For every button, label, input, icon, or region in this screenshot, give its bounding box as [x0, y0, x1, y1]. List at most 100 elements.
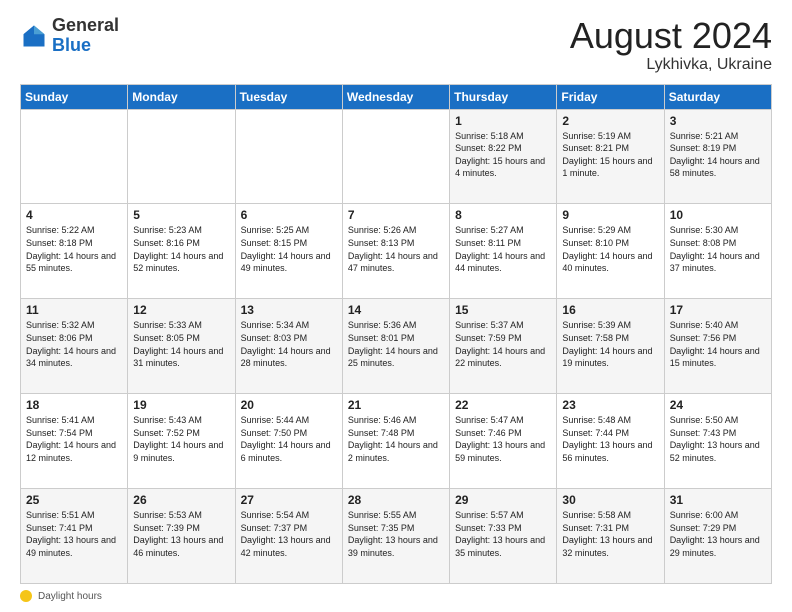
day-number: 5 [133, 208, 229, 222]
day-number: 17 [670, 303, 766, 317]
day-number: 18 [26, 398, 122, 412]
day-number: 21 [348, 398, 444, 412]
weekday-header-saturday: Saturday [664, 84, 771, 109]
day-number: 6 [241, 208, 337, 222]
day-number: 26 [133, 493, 229, 507]
day-info: Sunrise: 5:36 AM Sunset: 8:01 PM Dayligh… [348, 319, 444, 369]
day-info: Sunrise: 5:55 AM Sunset: 7:35 PM Dayligh… [348, 509, 444, 559]
week-row-2: 4 Sunrise: 5:22 AM Sunset: 8:18 PM Daylig… [21, 204, 772, 299]
daylight-dot [20, 590, 32, 602]
week-row-5: 25Sunrise: 5:51 AM Sunset: 7:41 PM Dayli… [21, 489, 772, 584]
day-info: Sunrise: 5:18 AM Sunset: 8:22 PM Dayligh… [455, 130, 551, 180]
day-cell: 30Sunrise: 5:58 AM Sunset: 7:31 PM Dayli… [557, 489, 664, 584]
day-info: Sunrise: 5:54 AM Sunset: 7:37 PM Dayligh… [241, 509, 337, 559]
day-cell: 6 Sunrise: 5:25 AM Sunset: 8:15 PM Daylig… [235, 204, 342, 299]
logo-text: General Blue [52, 16, 119, 56]
day-info: Sunrise: 5:27 AM Sunset: 8:11 PM Dayligh… [455, 224, 551, 274]
day-info: Sunrise: 5:29 AM Sunset: 8:10 PM Dayligh… [562, 224, 658, 274]
day-info: Sunrise: 5:37 AM Sunset: 7:59 PM Dayligh… [455, 319, 551, 369]
day-number: 22 [455, 398, 551, 412]
day-cell: 25Sunrise: 5:51 AM Sunset: 7:41 PM Dayli… [21, 489, 128, 584]
day-info: Sunrise: 5:22 AM Sunset: 8:18 PM Dayligh… [26, 224, 122, 274]
day-cell: 20Sunrise: 5:44 AM Sunset: 7:50 PM Dayli… [235, 394, 342, 489]
day-cell: 12 Sunrise: 5:33 AM Sunset: 8:05 PM Dayli… [128, 299, 235, 394]
day-info: Sunrise: 5:33 AM Sunset: 8:05 PM Dayligh… [133, 319, 229, 369]
day-info: Sunrise: 5:19 AM Sunset: 8:21 PM Dayligh… [562, 130, 658, 180]
day-number: 19 [133, 398, 229, 412]
day-number: 28 [348, 493, 444, 507]
day-number: 23 [562, 398, 658, 412]
day-info: Sunrise: 5:46 AM Sunset: 7:48 PM Dayligh… [348, 414, 444, 464]
day-number: 29 [455, 493, 551, 507]
logo-blue: Blue [52, 35, 91, 55]
week-row-3: 11Sunrise: 5:32 AM Sunset: 8:06 PM Dayli… [21, 299, 772, 394]
weekday-header-monday: Monday [128, 84, 235, 109]
day-number: 2 [562, 114, 658, 128]
week-row-1: 1 Sunrise: 5:18 AM Sunset: 8:22 PM Daylig… [21, 109, 772, 204]
day-info: Sunrise: 5:40 AM Sunset: 7:56 PM Dayligh… [670, 319, 766, 369]
logo-icon [20, 22, 48, 50]
day-number: 27 [241, 493, 337, 507]
day-info: Sunrise: 5:44 AM Sunset: 7:50 PM Dayligh… [241, 414, 337, 464]
day-number: 10 [670, 208, 766, 222]
day-number: 16 [562, 303, 658, 317]
footer-label: Daylight hours [38, 591, 102, 602]
weekday-header-thursday: Thursday [450, 84, 557, 109]
title-block: August 2024 Lykhivka, Ukraine [570, 16, 772, 74]
day-info: Sunrise: 5:53 AM Sunset: 7:39 PM Dayligh… [133, 509, 229, 559]
footer: Daylight hours [20, 590, 772, 602]
day-number: 12 [133, 303, 229, 317]
day-info: Sunrise: 5:39 AM Sunset: 7:58 PM Dayligh… [562, 319, 658, 369]
weekday-header-row: SundayMondayTuesdayWednesdayThursdayFrid… [21, 84, 772, 109]
day-cell: 31 Sunrise: 6:00 AM Sunset: 7:29 PM Dayli… [664, 489, 771, 584]
day-number: 1 [455, 114, 551, 128]
day-cell: 28 Sunrise: 5:55 AM Sunset: 7:35 PM Dayli… [342, 489, 449, 584]
day-cell: 11Sunrise: 5:32 AM Sunset: 8:06 PM Dayli… [21, 299, 128, 394]
day-cell: 23 Sunrise: 5:48 AM Sunset: 7:44 PM Dayli… [557, 394, 664, 489]
day-info: Sunrise: 5:47 AM Sunset: 7:46 PM Dayligh… [455, 414, 551, 464]
day-number: 4 [26, 208, 122, 222]
day-cell: 21 Sunrise: 5:46 AM Sunset: 7:48 PM Dayli… [342, 394, 449, 489]
day-cell: 10Sunrise: 5:30 AM Sunset: 8:08 PM Dayli… [664, 204, 771, 299]
day-cell: 24 Sunrise: 5:50 AM Sunset: 7:43 PM Dayli… [664, 394, 771, 489]
day-number: 9 [562, 208, 658, 222]
weekday-header-friday: Friday [557, 84, 664, 109]
day-cell: 14 Sunrise: 5:36 AM Sunset: 8:01 PM Dayli… [342, 299, 449, 394]
day-cell: 18 Sunrise: 5:41 AM Sunset: 7:54 PM Dayli… [21, 394, 128, 489]
day-info: Sunrise: 5:26 AM Sunset: 8:13 PM Dayligh… [348, 224, 444, 274]
day-info: Sunrise: 5:50 AM Sunset: 7:43 PM Dayligh… [670, 414, 766, 464]
day-cell: 29Sunrise: 5:57 AM Sunset: 7:33 PM Dayli… [450, 489, 557, 584]
day-number: 14 [348, 303, 444, 317]
day-info: Sunrise: 5:58 AM Sunset: 7:31 PM Dayligh… [562, 509, 658, 559]
day-number: 24 [670, 398, 766, 412]
weekday-header-tuesday: Tuesday [235, 84, 342, 109]
day-cell: 22 Sunrise: 5:47 AM Sunset: 7:46 PM Dayli… [450, 394, 557, 489]
day-info: Sunrise: 5:32 AM Sunset: 8:06 PM Dayligh… [26, 319, 122, 369]
day-number: 31 [670, 493, 766, 507]
day-number: 3 [670, 114, 766, 128]
day-info: Sunrise: 6:00 AM Sunset: 7:29 PM Dayligh… [670, 509, 766, 559]
logo-general: General [52, 15, 119, 35]
day-number: 13 [241, 303, 337, 317]
day-cell: 15Sunrise: 5:37 AM Sunset: 7:59 PM Dayli… [450, 299, 557, 394]
day-number: 8 [455, 208, 551, 222]
day-info: Sunrise: 5:25 AM Sunset: 8:15 PM Dayligh… [241, 224, 337, 274]
header: General Blue August 2024 Lykhivka, Ukrai… [20, 16, 772, 74]
location: Lykhivka, Ukraine [570, 56, 772, 74]
day-info: Sunrise: 5:34 AM Sunset: 8:03 PM Dayligh… [241, 319, 337, 369]
day-info: Sunrise: 5:48 AM Sunset: 7:44 PM Dayligh… [562, 414, 658, 464]
day-info: Sunrise: 5:43 AM Sunset: 7:52 PM Dayligh… [133, 414, 229, 464]
day-cell: 27 Sunrise: 5:54 AM Sunset: 7:37 PM Dayli… [235, 489, 342, 584]
day-cell: 19 Sunrise: 5:43 AM Sunset: 7:52 PM Dayli… [128, 394, 235, 489]
day-cell: 5 Sunrise: 5:23 AM Sunset: 8:16 PM Daylig… [128, 204, 235, 299]
logo: General Blue [20, 16, 119, 56]
month-title: August 2024 [570, 16, 772, 56]
weekday-header-wednesday: Wednesday [342, 84, 449, 109]
day-info: Sunrise: 5:41 AM Sunset: 7:54 PM Dayligh… [26, 414, 122, 464]
day-info: Sunrise: 5:23 AM Sunset: 8:16 PM Dayligh… [133, 224, 229, 274]
day-cell [342, 109, 449, 204]
day-cell: 26 Sunrise: 5:53 AM Sunset: 7:39 PM Dayli… [128, 489, 235, 584]
day-info: Sunrise: 5:21 AM Sunset: 8:19 PM Dayligh… [670, 130, 766, 180]
day-cell: 2 Sunrise: 5:19 AM Sunset: 8:21 PM Daylig… [557, 109, 664, 204]
day-cell: 13 Sunrise: 5:34 AM Sunset: 8:03 PM Dayli… [235, 299, 342, 394]
